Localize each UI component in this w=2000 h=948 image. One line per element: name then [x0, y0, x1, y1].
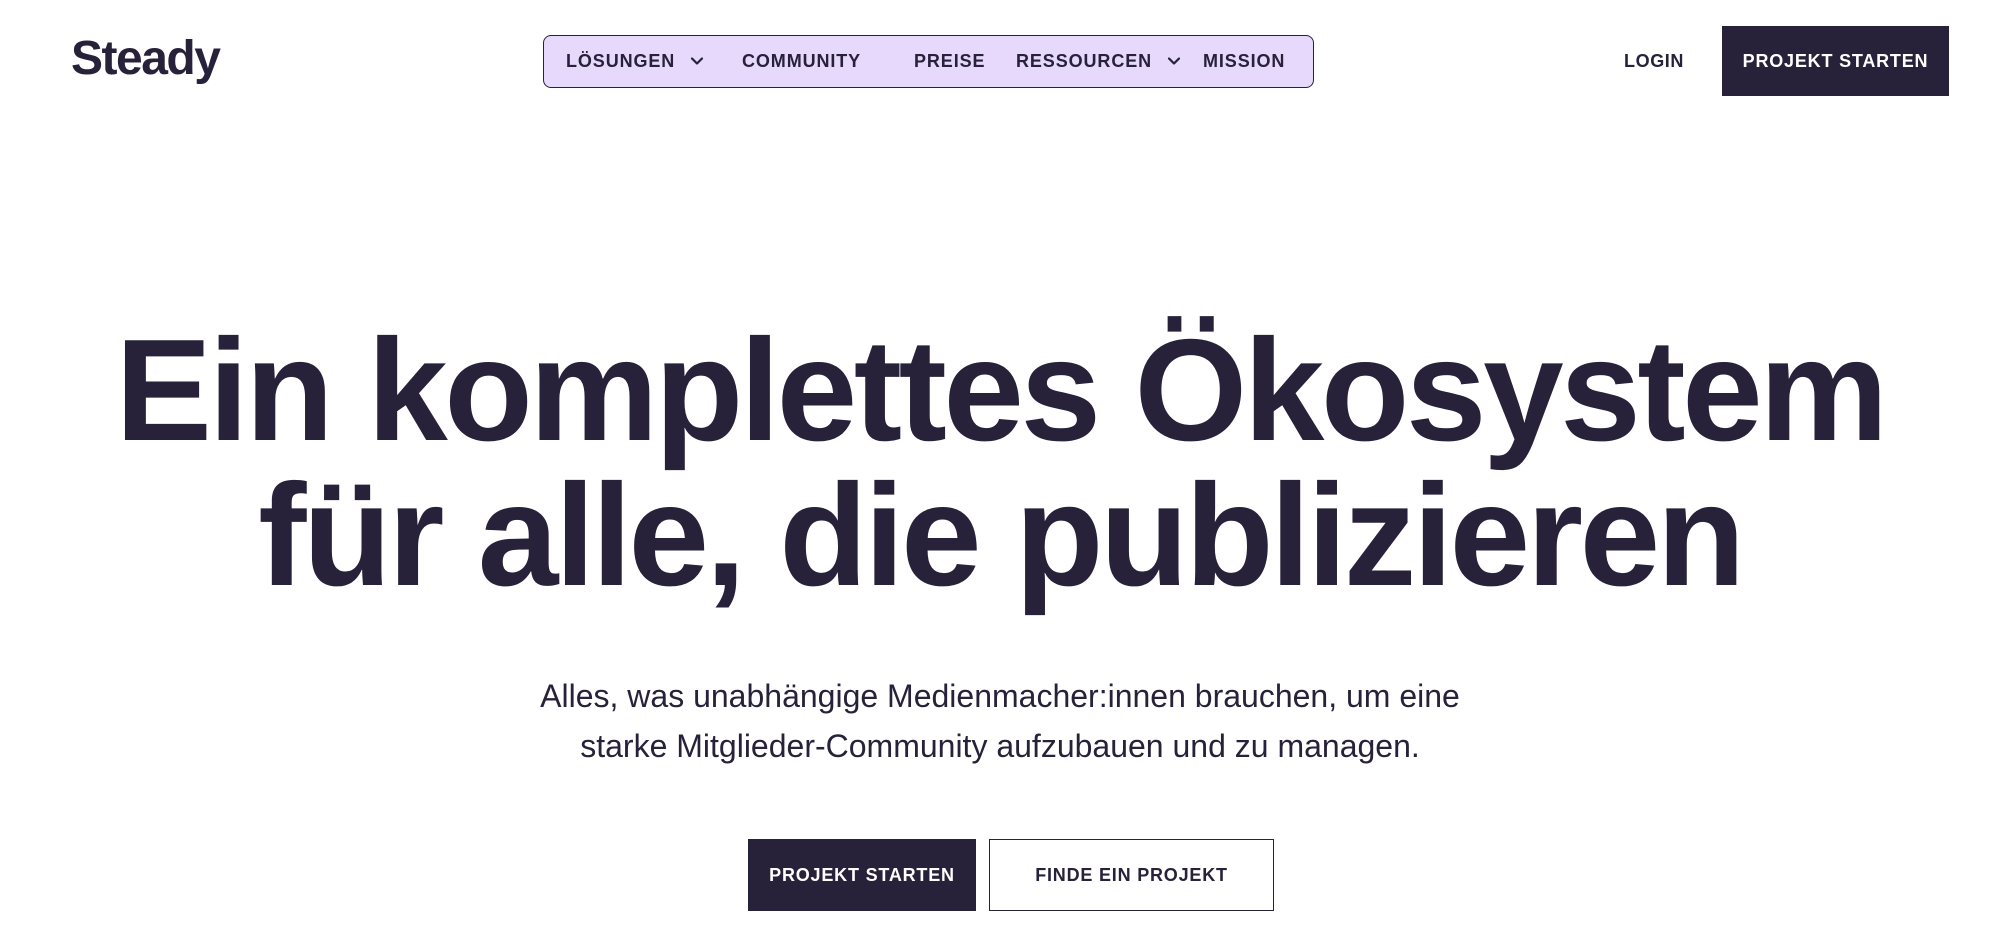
steady-logo[interactable]: Steady — [71, 28, 221, 90]
nav-item-label: COMMUNITY — [742, 50, 862, 71]
main-navigation: LÖSUNGEN COMMUNITY PREISE RESSOURCEN MIS… — [543, 35, 1314, 88]
start-project-button[interactable]: PROJEKT STARTEN — [748, 839, 976, 911]
hero-headline-line-2: für alle, die publizieren — [258, 454, 1745, 616]
nav-item-label: RESSOURCEN — [1016, 50, 1153, 71]
nav-item-loesungen[interactable]: LÖSUNGEN — [566, 36, 705, 86]
hero-subline: Alles, was unabhängige Medienmacher:inne… — [0, 671, 2000, 771]
nav-item-label: MISSION — [1203, 50, 1286, 71]
login-link[interactable]: LOGIN — [1624, 26, 1684, 96]
hero-subline-line-1: Alles, was unabhängige Medienmacher:inne… — [540, 678, 1460, 714]
nav-item-community[interactable]: COMMUNITY — [742, 36, 861, 86]
nav-item-preise[interactable]: PREISE — [914, 36, 985, 86]
chevron-down-icon — [1166, 53, 1182, 69]
nav-item-label: PREISE — [914, 50, 986, 71]
nav-item-mission[interactable]: MISSION — [1203, 36, 1285, 86]
chevron-down-icon — [689, 53, 705, 69]
hero-headline: Ein komplettes Ökosystem für alle, die p… — [0, 318, 2000, 608]
find-project-button[interactable]: FINDE EIN PROJEKT — [989, 839, 1274, 911]
hero-headline-line-1: Ein komplettes Ökosystem — [115, 309, 1888, 471]
nav-item-ressourcen[interactable]: RESSOURCEN — [1016, 36, 1182, 86]
header-start-project-button[interactable]: PROJEKT STARTEN — [1722, 26, 1949, 96]
nav-item-label: LÖSUNGEN — [566, 50, 676, 71]
hero-subline-line-2: starke Mitglieder-Community aufzubauen u… — [580, 728, 1420, 764]
